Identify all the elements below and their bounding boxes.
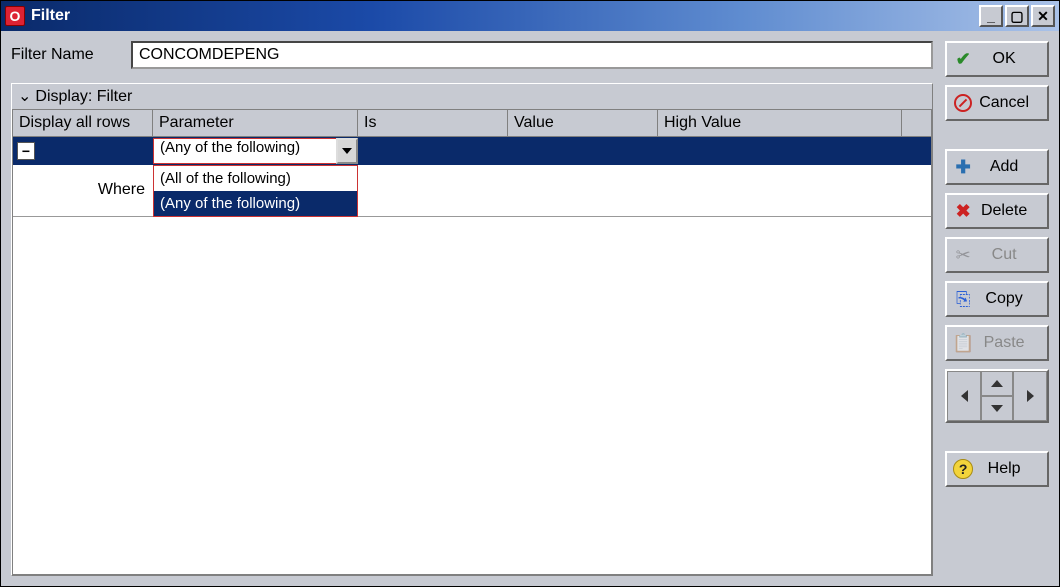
triangle-up-icon bbox=[991, 380, 1003, 387]
column-headers: Display all rows Parameter Is Value High… bbox=[13, 110, 932, 136]
cut-button: ✂ Cut bbox=[945, 237, 1049, 273]
filter-name-label: Filter Name bbox=[11, 46, 131, 64]
combo-dropdown-button[interactable] bbox=[336, 138, 358, 164]
minimize-button[interactable]: _ bbox=[979, 5, 1003, 27]
help-icon: ? bbox=[947, 459, 979, 479]
triangle-down-icon bbox=[991, 405, 1003, 412]
scissors-icon: ✂ bbox=[947, 245, 979, 266]
panel-title[interactable]: ⌄Display: Filter bbox=[12, 84, 932, 110]
add-button[interactable]: ✚ Add bbox=[945, 149, 1049, 185]
minimize-icon: _ bbox=[987, 8, 995, 24]
cancel-button[interactable]: Cancel bbox=[945, 85, 1049, 121]
close-button[interactable]: ✕ bbox=[1031, 5, 1055, 27]
app-icon: O bbox=[5, 6, 25, 26]
triangle-left-icon bbox=[961, 390, 968, 402]
titlebar: O Filter _ ▢ ✕ bbox=[1, 1, 1059, 31]
nav-up-button[interactable] bbox=[981, 371, 1013, 396]
window-title: Filter bbox=[31, 7, 70, 25]
filter-name-input[interactable] bbox=[131, 41, 933, 69]
copy-icon: ⎘ bbox=[947, 289, 979, 310]
chevron-down-icon: ⌄ bbox=[18, 84, 31, 110]
navigation-pad bbox=[945, 369, 1049, 423]
maximize-icon: ▢ bbox=[1010, 8, 1023, 25]
help-button[interactable]: ? Help bbox=[945, 451, 1049, 487]
col-display-all-rows[interactable]: Display all rows bbox=[13, 110, 153, 136]
triangle-right-icon bbox=[1027, 390, 1034, 402]
filter-dialog: O Filter _ ▢ ✕ Filter Name ⌄Display: Fil… bbox=[0, 0, 1060, 587]
paste-icon: 📋 bbox=[947, 333, 979, 354]
chevron-down-icon bbox=[342, 148, 352, 154]
where-label: Where bbox=[13, 165, 153, 217]
parameter-combo[interactable]: (Any of the following) bbox=[153, 138, 358, 164]
delete-button[interactable]: ✖ Delete bbox=[945, 193, 1049, 229]
nav-right-button[interactable] bbox=[1013, 371, 1047, 421]
collapse-button[interactable]: − bbox=[17, 142, 35, 160]
dropdown-option[interactable]: (All of the following) bbox=[154, 166, 357, 191]
col-is[interactable]: Is bbox=[358, 110, 508, 136]
dropdown-option[interactable]: (Any of the following) bbox=[154, 191, 357, 216]
nav-down-button[interactable] bbox=[981, 396, 1013, 421]
table-row[interactable]: − (Any of the following) bbox=[13, 137, 931, 165]
parameter-dropdown[interactable]: (All of the following) (Any of the follo… bbox=[153, 165, 358, 217]
col-parameter[interactable]: Parameter bbox=[153, 110, 358, 136]
close-icon: ✕ bbox=[1037, 8, 1049, 25]
paste-button: 📋 Paste bbox=[945, 325, 1049, 361]
cancel-icon bbox=[947, 94, 979, 112]
copy-button[interactable]: ⎘ Copy bbox=[945, 281, 1049, 317]
plus-icon: ✚ bbox=[947, 157, 979, 178]
col-high-value[interactable]: High Value bbox=[658, 110, 902, 136]
table-row[interactable]: Where (All of the following) (Any of the… bbox=[13, 165, 931, 217]
display-panel: ⌄Display: Filter Display all rows Parame… bbox=[11, 83, 933, 576]
nav-left-button[interactable] bbox=[947, 371, 981, 421]
delete-icon: ✖ bbox=[947, 201, 979, 222]
col-value[interactable]: Value bbox=[508, 110, 658, 136]
maximize-button[interactable]: ▢ bbox=[1005, 5, 1029, 27]
ok-button[interactable]: ✔ OK bbox=[945, 41, 1049, 77]
parameter-combo-value: (Any of the following) bbox=[153, 138, 336, 164]
check-icon: ✔ bbox=[947, 49, 979, 70]
